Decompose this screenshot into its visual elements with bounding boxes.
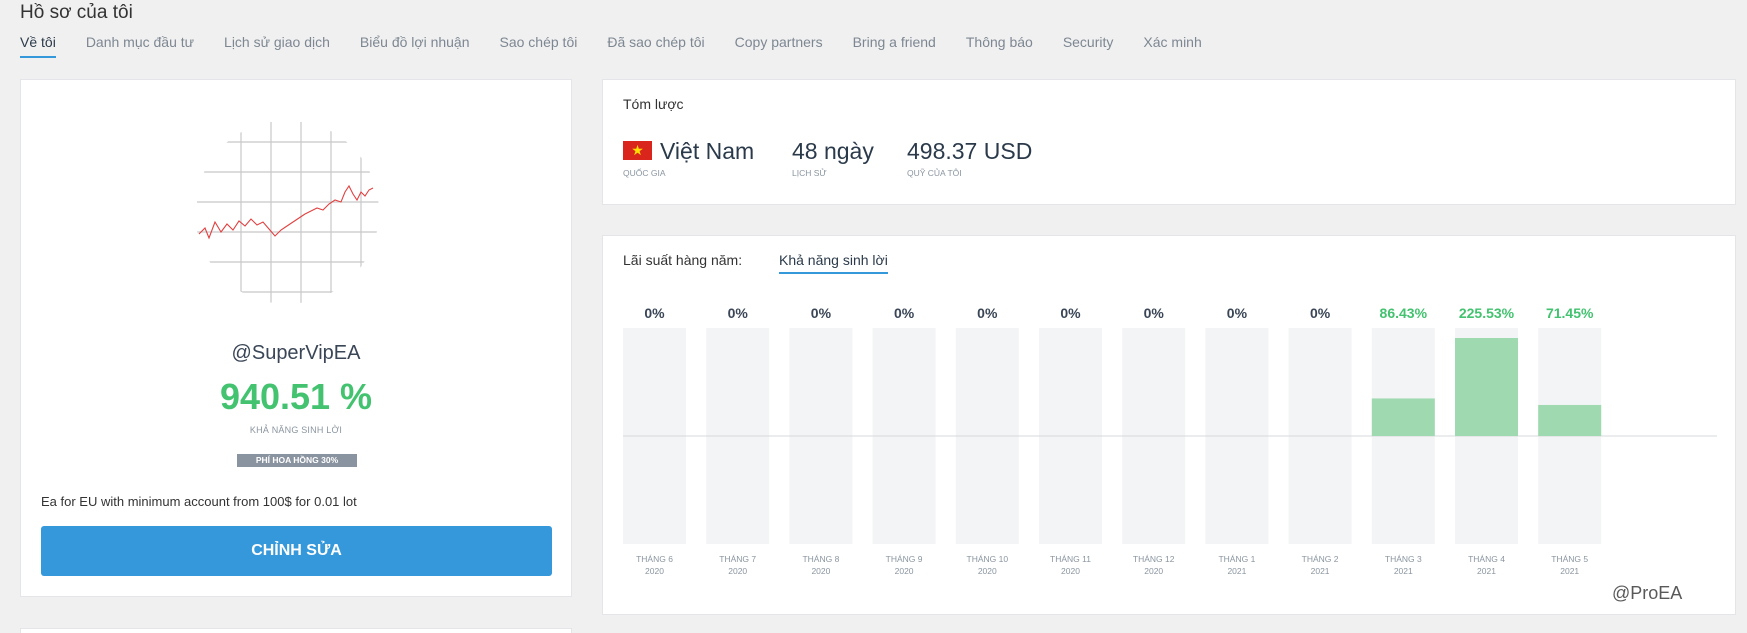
annual-return-card: Lãi suất hàng năm: Khả năng sinh lời 0% T… <box>602 235 1736 615</box>
profitability-label: KHẢ NĂNG SINH LỜI <box>249 425 343 435</box>
stat-country: ★ Việt Nam QUỐC GIA <box>623 138 754 178</box>
tab-2[interactable]: Lịch sử giao dịch <box>224 34 330 58</box>
history-label: LỊCH SỬ <box>792 168 827 178</box>
tab-8[interactable]: Thông báo <box>966 34 1033 58</box>
tab-6[interactable]: Copy partners <box>735 34 823 58</box>
bar[interactable] <box>1538 404 1602 436</box>
bar-value-label: 0% <box>977 305 998 321</box>
history-value: 48 ngày <box>792 138 874 164</box>
x-tick-year: 2021 <box>1477 566 1496 576</box>
profile-card: @SuperVipEA 940.51 % KHẢ NĂNG SINH LỜI P… <box>20 79 572 597</box>
x-tick-year: 2020 <box>978 566 997 576</box>
x-tick-month: THÁNG 10 <box>967 554 1009 564</box>
vietnam-flag-icon: ★ <box>623 141 652 161</box>
stat-funds: 498.37 USD QUỸ CỦA TÔI <box>907 138 1032 178</box>
x-tick-month: THÁNG 4 <box>1468 554 1505 564</box>
summary-title: Tóm lược <box>623 96 684 112</box>
monthly-return-chart: 0% THÁNG 6 2020 0% THÁNG 7 2020 0% THÁNG 8 2020 0… <box>623 300 1717 616</box>
watermark: @ProEA <box>1612 583 1683 603</box>
x-tick-month: THÁNG 5 <box>1551 554 1588 564</box>
x-tick-month: THÁNG 8 <box>802 554 839 564</box>
bar-value-label: 0% <box>644 305 665 321</box>
tab-0[interactable]: Về tôi <box>20 34 56 58</box>
secondary-card <box>20 628 572 633</box>
x-tick-year: 2020 <box>895 566 914 576</box>
country-label: QUỐC GIA <box>623 168 666 178</box>
x-tick-month: THÁNG 7 <box>719 554 756 564</box>
profitability-value: 940.51 % <box>219 376 373 417</box>
tab-10[interactable]: Xác minh <box>1143 34 1201 58</box>
page-title: Hồ sơ của tôi <box>20 2 133 23</box>
tab-9[interactable]: Security <box>1063 34 1114 58</box>
bar-value-label: 0% <box>1310 305 1331 321</box>
bar-value-label: 0% <box>811 305 832 321</box>
chart-svg: 0% THÁNG 6 2020 0% THÁNG 7 2020 0% THÁNG 8 2020 0… <box>623 305 1717 576</box>
tab-7[interactable]: Bring a friend <box>853 34 936 58</box>
chart-label: Lãi suất hàng năm: <box>623 252 743 268</box>
avatar-chart-image <box>197 122 379 304</box>
summary-card: Tóm lược ★ Việt Nam QUỐC GIA 48 ngày LỊCH… <box>602 79 1736 205</box>
x-tick-year: 2020 <box>811 566 830 576</box>
edit-profile-button[interactable]: CHỈNH SỬA <box>41 526 552 576</box>
bar-value-label: 0% <box>1144 305 1165 321</box>
funds-value: 498.37 USD <box>907 138 1033 164</box>
tab-5[interactable]: Đã sao chép tôi <box>607 34 704 58</box>
x-tick-month: THÁNG 3 <box>1385 554 1422 564</box>
x-tick-month: THÁNG 6 <box>636 554 673 564</box>
bar-value-label: 0% <box>1060 305 1081 321</box>
commission-badge: PHÍ HOA HỒNG 30% <box>237 454 357 467</box>
tab-3[interactable]: Biểu đồ lợi nhuận <box>360 34 470 58</box>
x-tick-year: 2021 <box>1311 566 1330 576</box>
x-tick-month: THÁNG 9 <box>886 554 923 564</box>
profile-username: @SuperVipEA <box>231 342 361 364</box>
chart-tab-profitability[interactable]: Khả năng sinh lời <box>779 252 888 274</box>
x-tick-year: 2020 <box>728 566 747 576</box>
x-tick-month: THÁNG 2 <box>1302 554 1339 564</box>
x-tick-year: 2020 <box>1061 566 1080 576</box>
bar-value-label: 225.53% <box>1459 305 1515 321</box>
bar-value-label: 0% <box>1227 305 1248 321</box>
x-tick-month: THÁNG 11 <box>1050 554 1091 564</box>
x-tick-year: 2021 <box>1394 566 1413 576</box>
bar[interactable] <box>1455 338 1518 436</box>
tab-4[interactable]: Sao chép tôi <box>500 34 578 58</box>
bar-value-label: 0% <box>894 305 915 321</box>
stat-history: 48 ngày LỊCH SỬ <box>792 138 874 178</box>
bar[interactable] <box>1371 398 1435 436</box>
country-value: Việt Nam <box>660 138 755 164</box>
x-tick-year: 2020 <box>645 566 664 576</box>
x-tick-year: 2021 <box>1560 566 1579 576</box>
x-tick-month: THÁNG 1 <box>1218 554 1255 564</box>
bar-value-label: 86.43% <box>1380 305 1428 321</box>
tab-1[interactable]: Danh mục đầu tư <box>86 34 194 58</box>
profile-tabs: Về tôi Danh mục đầu tư Lịch sử giao dịch Bi… <box>20 34 1232 58</box>
bar-value-label: 71.45% <box>1546 305 1594 321</box>
x-tick-year: 2021 <box>1227 566 1246 576</box>
funds-label: QUỸ CỦA TÔI <box>907 168 962 178</box>
profile-bio: Ea for EU with minimum account from 100$… <box>41 494 357 509</box>
x-tick-year: 2020 <box>1144 566 1163 576</box>
bar-value-label: 0% <box>728 305 749 321</box>
x-tick-month: THÁNG 12 <box>1133 554 1175 564</box>
